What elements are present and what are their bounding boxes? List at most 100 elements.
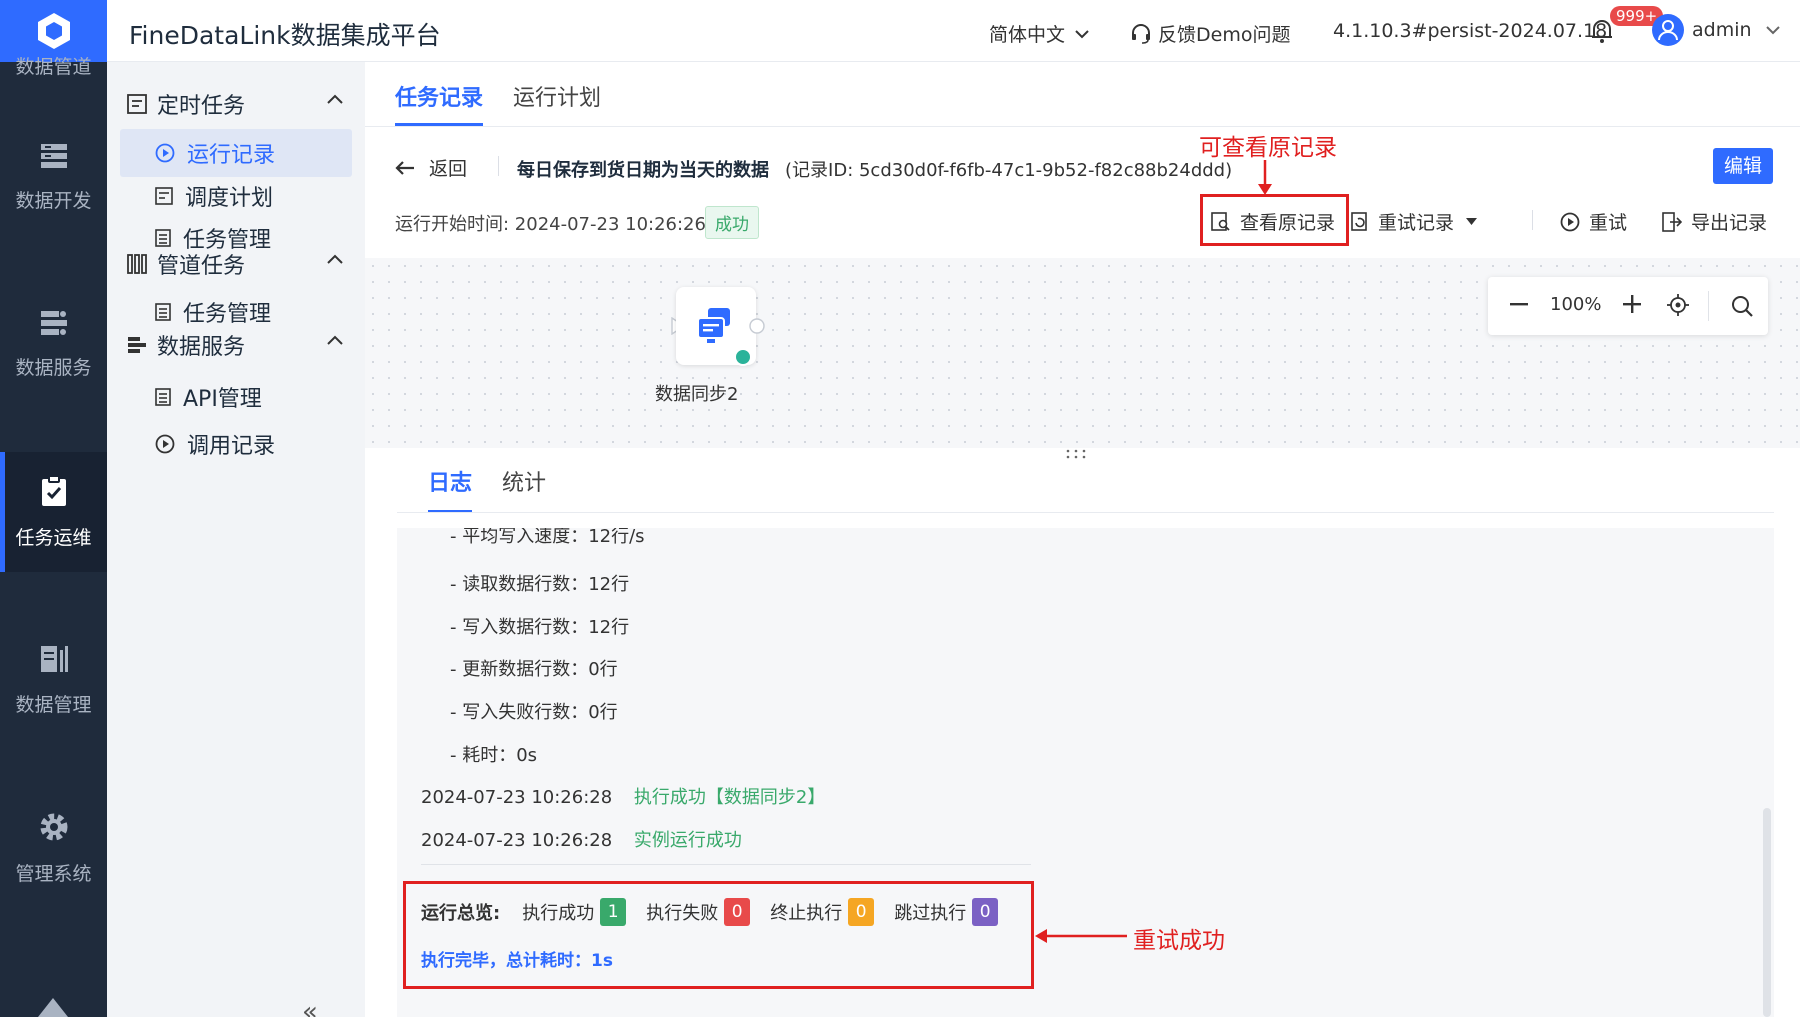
cube-logo-icon (37, 13, 70, 49)
node-label: 数据同步2 (655, 384, 739, 405)
data-manage-icon (40, 645, 68, 672)
rail-item-ops[interactable]: 任务运维 (0, 452, 107, 572)
tab-stats[interactable]: 统计 (502, 465, 546, 513)
log-line: - 读取数据行数：12行 (450, 574, 630, 595)
clipboard-check-icon (41, 474, 66, 506)
annotation-retry-success: 重试成功 (1133, 928, 1225, 954)
zoom-level: 100% (1550, 294, 1602, 315)
menu-item-run-records[interactable]: 运行记录 (120, 129, 352, 177)
search-icon[interactable] (1731, 295, 1753, 317)
divider (1532, 210, 1533, 230)
annotation-box-summary (403, 881, 1034, 989)
left-rail: 数据管道 数据开发 数据服务 任务运维 数据管理 管理系统 (0, 0, 107, 1017)
menu-group-pipeline[interactable]: 管道任务 (127, 248, 357, 280)
start-time: 运行开始时间: 2024-07-23 10:26:26 (395, 214, 706, 235)
user-name: admin (1692, 19, 1752, 41)
scheduled-task-icon (127, 94, 147, 114)
dag-canvas[interactable]: 100% 数据同步2 (365, 258, 1800, 640)
annotation-arrow-down-icon (1258, 160, 1272, 195)
export-records-button[interactable]: 导出记录 (1662, 208, 1767, 235)
menu-item-call-records[interactable]: 调用记录 (120, 420, 352, 468)
rail-item-label: 管理系统 (15, 862, 92, 885)
notification-bell[interactable] (1590, 18, 1614, 44)
chevron-up-icon (327, 254, 343, 264)
rail-bottom-icon (38, 998, 68, 1017)
user-menu[interactable]: admin (1652, 14, 1780, 46)
rail-item-label: 数据开发 (15, 189, 92, 212)
zoom-in-icon[interactable] (1623, 295, 1641, 313)
top-bar: FineDataLink数据集成平台 简体中文 反馈Demo问题 4.1.10.… (107, 0, 1800, 62)
log-line: - 平均写入速度：12行/s (450, 528, 645, 547)
play-circle-icon (155, 143, 175, 163)
drag-handle-icon[interactable] (1065, 449, 1087, 459)
rail-item-dev[interactable]: 数据开发 (0, 117, 107, 237)
rail-item-pipeline[interactable]: 数据管道 (0, 52, 107, 78)
divider (365, 126, 1800, 127)
data-service-icon (128, 337, 146, 353)
rail-item-data[interactable]: 数据管理 (0, 620, 107, 740)
status-badge: 成功 (705, 206, 759, 239)
log-line: - 耗时：0s (450, 745, 538, 766)
task-list-icon (155, 229, 171, 247)
log-event: 2024-07-23 10:26:28 执行成功【数据同步2】 (421, 783, 825, 809)
menu-item-api-manage[interactable]: API管理 (120, 373, 352, 421)
menu-item-label: 调用记录 (187, 434, 276, 459)
version-label: 4.1.10.3#persist-2024.07.18 (1333, 20, 1608, 42)
feedback-link[interactable]: 反馈Demo问题 (1130, 20, 1290, 47)
feedback-label: 反馈Demo问题 (1158, 24, 1291, 46)
rail-item-service[interactable]: 数据服务 (0, 284, 107, 404)
chevron-up-icon (327, 94, 343, 104)
menu-item-label: 调度计划 (185, 186, 274, 211)
menu-item-label: 任务管理 (183, 302, 272, 327)
play-circle-icon (1560, 212, 1580, 231)
app-root: 数据管道 数据开发 数据服务 任务运维 数据管理 管理系统 FineDataLi… (0, 0, 1800, 1017)
task-list-icon (155, 388, 171, 406)
tab-run-plan[interactable]: 运行计划 (513, 62, 601, 126)
chevron-up-icon (327, 335, 343, 345)
annotation-arrow-left-icon (1035, 929, 1127, 943)
log-event-message: 实例运行成功 (633, 830, 742, 851)
zoom-toolbar: 100% (1488, 277, 1768, 335)
divider (1708, 291, 1709, 321)
log-event-time: 2024-07-23 10:26:28 (421, 787, 613, 808)
retry-records-dropdown[interactable]: 重试记录 (1349, 208, 1486, 235)
avatar (1652, 14, 1684, 46)
menu-group-data-service[interactable]: 数据服务 (127, 329, 357, 361)
task-name: 每日保存到货日期为当天的数据 (517, 160, 769, 181)
caret-down-icon (1466, 218, 1478, 225)
bell-icon (1592, 20, 1612, 43)
menu-group-scheduled[interactable]: 定时任务 (127, 88, 357, 120)
retry-label: 重试 (1589, 212, 1628, 234)
rail-item-system[interactable]: 管理系统 (0, 788, 107, 908)
menu-item-schedule-plan[interactable]: 调度计划 (120, 172, 352, 220)
collapse-sidebar-button[interactable]: « (302, 997, 318, 1017)
chevron-down-icon (1075, 29, 1089, 38)
language-label: 简体中文 (989, 24, 1066, 46)
back-button[interactable]: 返回 (395, 154, 467, 181)
rail-item-label: 数据服务 (15, 356, 92, 379)
rail-item-label: 数据管理 (15, 693, 92, 716)
menu-item-label: 运行记录 (187, 143, 276, 168)
export-icon (1662, 211, 1682, 232)
main-tabs: 任务记录 运行计划 (395, 62, 631, 126)
zoom-out-icon[interactable] (1510, 303, 1528, 307)
schedule-icon (155, 187, 173, 205)
divider (397, 512, 1774, 513)
locate-icon[interactable] (1667, 294, 1689, 316)
menu-group-label: 数据服务 (157, 335, 246, 360)
record-id: (记录ID: 5cd30d0f-f6fb-47c1-9b52-f82c88b24… (785, 160, 1233, 181)
menu-group-label: 管道任务 (157, 254, 246, 279)
language-select[interactable]: 简体中文 (989, 20, 1089, 47)
output-port-icon[interactable] (748, 317, 766, 335)
retry-button[interactable]: 重试 (1560, 208, 1627, 235)
tab-task-records[interactable]: 任务记录 (395, 62, 484, 126)
tab-log[interactable]: 日志 (428, 465, 473, 513)
play-circle-icon (155, 434, 175, 454)
success-dot-icon (734, 348, 752, 366)
data-sync-icon (697, 308, 730, 343)
log-scrollbar[interactable] (1763, 808, 1771, 1017)
log-event: 2024-07-23 10:26:28 实例运行成功 (421, 826, 742, 852)
headset-icon (1132, 23, 1150, 44)
edit-button[interactable]: 编辑 (1713, 148, 1773, 184)
log-line: - 更新数据行数：0行 (450, 659, 618, 680)
